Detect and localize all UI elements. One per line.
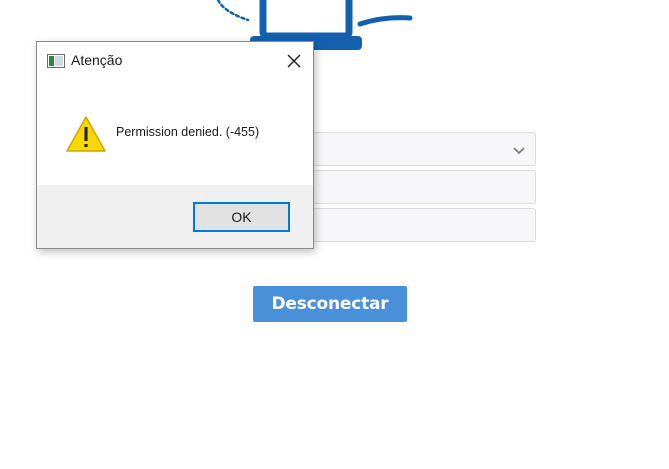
ok-button[interactable]: OK: [193, 202, 290, 232]
dialog-message: Permission denied. (-455): [116, 125, 260, 139]
alert-dialog: Atenção Permission denied. (-455) OK: [36, 41, 314, 249]
close-icon: [287, 54, 301, 68]
dialog-title: Atenção: [71, 52, 123, 68]
disconnect-button[interactable]: Desconectar: [253, 286, 407, 322]
close-button[interactable]: [281, 48, 307, 74]
app-window-icon: [47, 54, 65, 68]
dialog-titlebar[interactable]: Atenção: [37, 42, 313, 80]
warning-icon: [66, 116, 106, 152]
dialog-footer: OK: [37, 185, 313, 248]
chevron-down-icon: [513, 147, 525, 155]
app-window: Status: 48% Desconectar Atenção: [0, 0, 669, 469]
